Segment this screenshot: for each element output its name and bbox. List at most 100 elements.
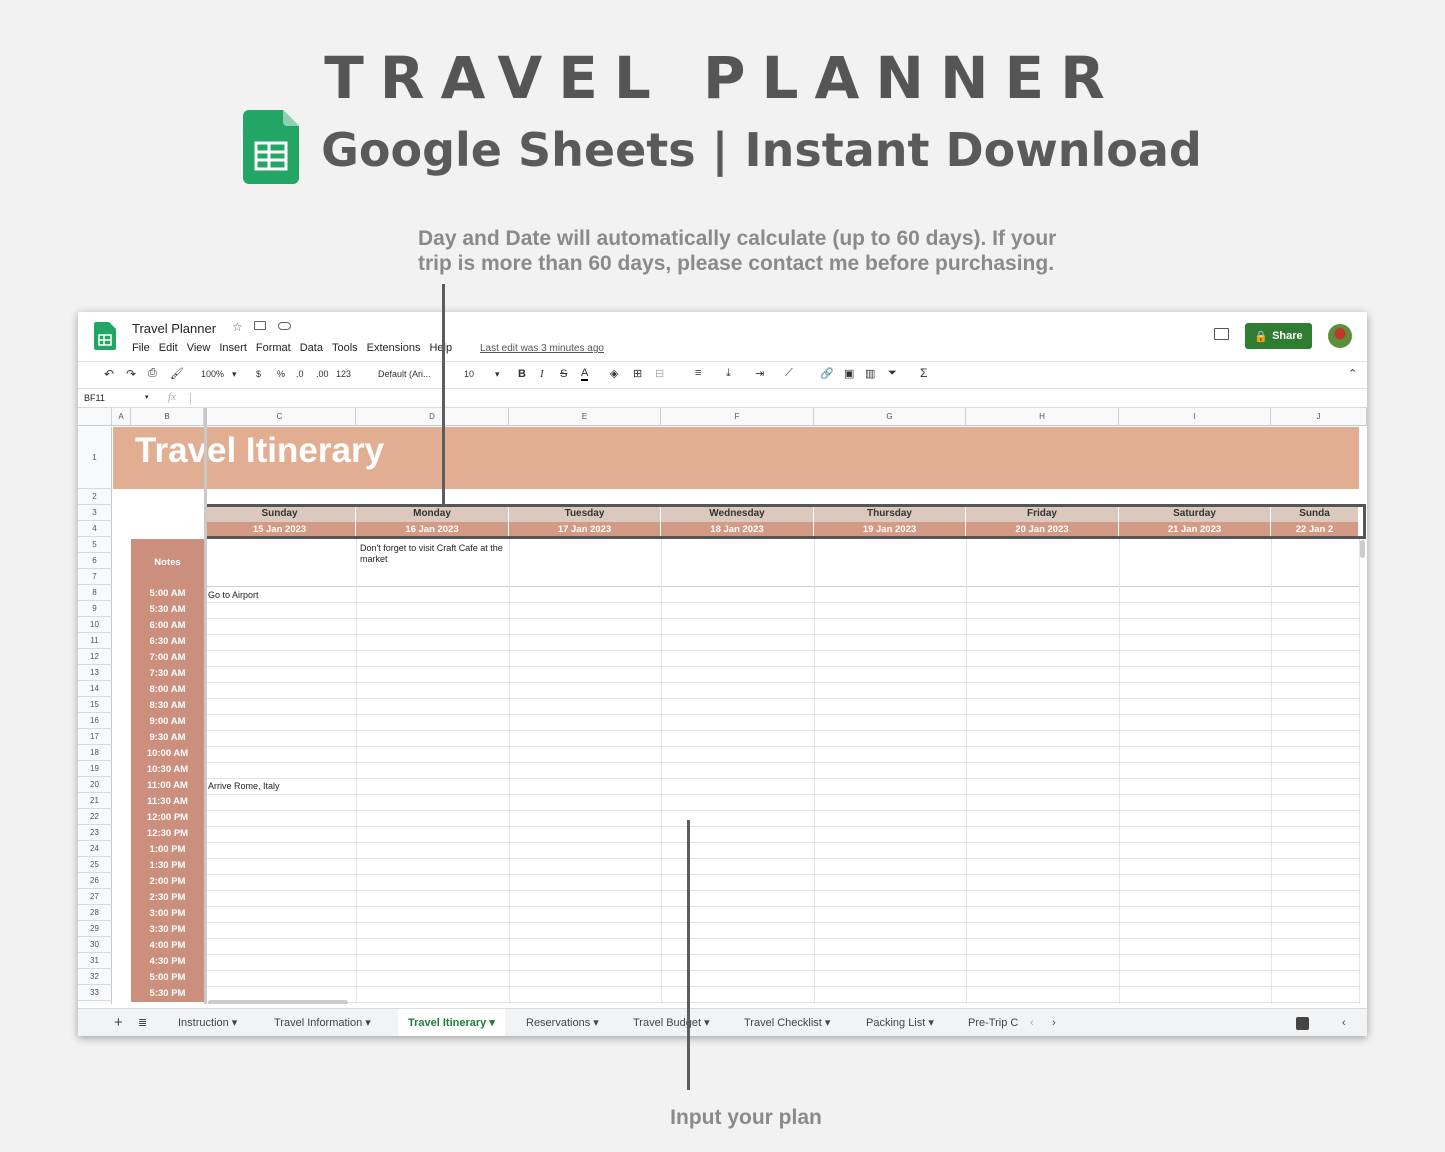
col-header-i[interactable]: I xyxy=(1119,408,1271,426)
undo-icon[interactable]: ↶ xyxy=(104,367,114,381)
sunday-11am-cell[interactable]: Arrive Rome, Italy xyxy=(208,781,280,792)
borders-icon[interactable]: ⊞ xyxy=(633,367,642,380)
row-number[interactable]: 15 xyxy=(78,697,112,713)
time-slot[interactable]: 5:00 PM xyxy=(131,970,204,986)
font-family-select[interactable]: Default (Ari... xyxy=(378,369,431,379)
row-number[interactable]: 28 xyxy=(78,905,112,921)
time-slot[interactable]: 1:00 PM xyxy=(131,842,204,858)
all-sheets-icon[interactable]: ≣ xyxy=(138,1009,147,1036)
row-number[interactable]: 11 xyxy=(78,633,112,649)
time-slot[interactable]: 6:30 AM xyxy=(131,634,204,650)
col-header-g[interactable]: G xyxy=(814,408,966,426)
menu-tools[interactable]: Tools xyxy=(332,342,358,354)
row-number[interactable]: 2 xyxy=(78,489,112,505)
row-number[interactable]: 13 xyxy=(78,665,112,681)
row-number[interactable]: 29 xyxy=(78,921,112,937)
row-number[interactable]: 20 xyxy=(78,777,112,793)
time-slot[interactable]: 11:30 AM xyxy=(131,794,204,810)
bold-icon[interactable]: B xyxy=(518,368,526,380)
row-number[interactable]: 14 xyxy=(78,681,112,697)
time-slot[interactable]: 9:00 AM xyxy=(131,714,204,730)
menu-format[interactable]: Format xyxy=(256,342,291,354)
row-number[interactable]: 32 xyxy=(78,969,112,985)
time-slot[interactable]: 1:30 PM xyxy=(131,858,204,874)
time-slot[interactable]: 4:30 PM xyxy=(131,954,204,970)
fill-color-icon[interactable]: ◈ xyxy=(610,367,618,380)
row-number[interactable]: 1 xyxy=(78,427,112,489)
row-number[interactable]: 31 xyxy=(78,953,112,969)
row-number[interactable]: 6 xyxy=(78,553,112,569)
sheet-grid[interactable]: A B C D E F G H I J Travel Itinerary 123… xyxy=(78,408,1367,1004)
filter-icon[interactable]: ⏷ xyxy=(888,367,897,380)
last-edit-link[interactable]: Last edit was 3 minutes ago xyxy=(480,343,604,354)
row-number[interactable]: 26 xyxy=(78,873,112,889)
print-icon[interactable]: ⎙ xyxy=(148,367,157,380)
row-number[interactable]: 21 xyxy=(78,793,112,809)
increase-decimal-icon[interactable]: .00 xyxy=(316,369,329,379)
col-header-e[interactable]: E xyxy=(509,408,661,426)
time-slot[interactable]: 2:30 PM xyxy=(131,890,204,906)
time-slot[interactable]: 5:30 AM xyxy=(131,602,204,618)
collapse-side-panel-icon[interactable]: ‹ xyxy=(1342,1009,1346,1036)
time-slot[interactable]: 5:30 PM xyxy=(131,986,204,1002)
row-number[interactable]: 23 xyxy=(78,825,112,841)
horizontal-align-icon[interactable]: ≡ xyxy=(695,367,701,379)
tab-travel-itinerary[interactable]: Travel Itinerary ▾ xyxy=(398,1009,505,1036)
time-slot[interactable]: 8:30 AM xyxy=(131,698,204,714)
row-number[interactable]: 4 xyxy=(78,521,112,537)
tab-reservations[interactable]: Reservations ▾ xyxy=(526,1009,599,1036)
tab-packing-list[interactable]: Packing List ▾ xyxy=(866,1009,934,1036)
chevron-down-icon[interactable]: ▾ xyxy=(145,393,149,401)
explore-icon[interactable] xyxy=(1296,1017,1309,1030)
scroll-tabs-right-icon[interactable]: › xyxy=(1052,1009,1056,1036)
vertical-align-icon[interactable]: ⤓ xyxy=(726,367,731,380)
sheets-app-icon[interactable] xyxy=(94,322,116,355)
sunday-5am-cell[interactable]: Go to Airport xyxy=(208,590,259,601)
time-slot[interactable]: 5:00 AM xyxy=(131,586,204,602)
document-title[interactable]: Travel Planner xyxy=(132,321,216,336)
col-header-b[interactable]: B xyxy=(131,408,204,426)
vertical-scrollbar[interactable] xyxy=(1360,540,1365,558)
select-all-corner[interactable] xyxy=(78,408,112,426)
col-header-h[interactable]: H xyxy=(966,408,1119,426)
time-slot[interactable]: 7:00 AM xyxy=(131,650,204,666)
number-format-select[interactable]: 123 xyxy=(336,369,351,379)
time-slot[interactable]: 7:30 AM xyxy=(131,666,204,682)
row-number[interactable]: 16 xyxy=(78,713,112,729)
chevron-down-icon[interactable]: ▾ xyxy=(232,369,237,380)
redo-icon[interactable]: ↷ xyxy=(126,367,136,381)
decrease-decimal-icon[interactable]: .0 xyxy=(296,369,304,379)
row-number[interactable]: 7 xyxy=(78,569,112,585)
row-number[interactable]: 3 xyxy=(78,505,112,521)
time-slot[interactable]: 6:00 AM xyxy=(131,618,204,634)
time-slot[interactable]: 12:00 PM xyxy=(131,810,204,826)
banner[interactable]: Travel Itinerary xyxy=(113,427,1359,489)
row-number[interactable]: 24 xyxy=(78,841,112,857)
font-size-select[interactable]: 10 xyxy=(464,369,474,379)
tab-travel-checklist[interactable]: Travel Checklist ▾ xyxy=(744,1009,830,1036)
tab-pre-trip[interactable]: Pre-Trip C xyxy=(968,1009,1020,1036)
tab-travel-budget[interactable]: Travel Budget ▾ xyxy=(633,1009,710,1036)
row-number[interactable]: 22 xyxy=(78,809,112,825)
col-header-c[interactable]: C xyxy=(204,408,356,426)
name-box[interactable]: BF11 xyxy=(84,393,105,403)
time-slot[interactable]: 3:00 PM xyxy=(131,906,204,922)
star-icon[interactable]: ☆ xyxy=(232,320,243,334)
row-number[interactable]: 33 xyxy=(78,985,112,1001)
col-header-f[interactable]: F xyxy=(661,408,814,426)
tab-instruction[interactable]: Instruction ▾ xyxy=(178,1009,237,1036)
menu-insert[interactable]: Insert xyxy=(219,342,247,354)
text-rotation-icon[interactable]: ⟋ xyxy=(785,367,793,380)
col-header-j[interactable]: J xyxy=(1271,408,1367,426)
currency-icon[interactable]: $ xyxy=(256,369,261,379)
collapse-toolbar-icon[interactable]: ⌃ xyxy=(1348,367,1357,380)
time-slot[interactable]: 12:30 PM xyxy=(131,826,204,842)
strikethrough-icon[interactable]: S xyxy=(560,368,567,380)
row-number[interactable]: 10 xyxy=(78,617,112,633)
menu-help[interactable]: Help xyxy=(429,342,452,354)
zoom-select[interactable]: 100% xyxy=(201,369,224,379)
tab-travel-information[interactable]: Travel Information ▾ xyxy=(274,1009,371,1036)
row-number[interactable]: 30 xyxy=(78,937,112,953)
functions-icon[interactable]: Σ xyxy=(920,366,927,380)
add-sheet-icon[interactable]: + xyxy=(114,1009,123,1036)
